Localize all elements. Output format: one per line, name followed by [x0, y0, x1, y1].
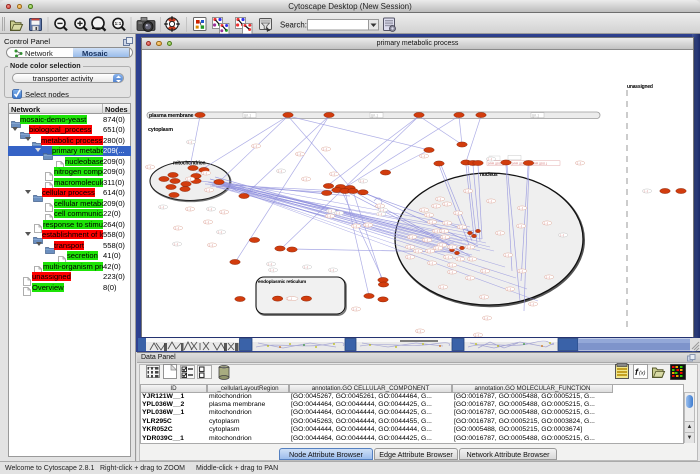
svg-text:[....]: [....] — [323, 147, 328, 151]
svg-text:[....]: [....] — [429, 261, 434, 265]
svg-text:[pl..]: [pl..] — [372, 114, 378, 118]
svg-text:[....]: [....] — [328, 209, 333, 213]
svg-text:[....]: [....] — [278, 169, 283, 173]
svg-text:[....]: [....] — [482, 269, 487, 273]
svg-text:[....]: [....] — [409, 235, 414, 239]
svg-text:[....]: [....] — [206, 188, 211, 192]
svg-text:endoplasmic reticulum: endoplasmic reticulum — [258, 279, 306, 285]
svg-text:[....]: [....] — [360, 179, 365, 183]
svg-text:[....]: [....] — [417, 329, 422, 333]
svg-text:[....]: [....] — [546, 275, 551, 279]
svg-text:[....]: [....] — [481, 295, 486, 299]
svg-text:[....]: [....] — [160, 205, 165, 209]
svg-text:[....]: [....] — [644, 189, 649, 193]
svg-text:[....]: [....] — [327, 214, 332, 218]
svg-text:[....]: [....] — [577, 161, 582, 165]
svg-text:[....]: [....] — [459, 225, 464, 229]
svg-text:[....]: [....] — [444, 221, 449, 225]
svg-text:mitochondrion: mitochondrion — [173, 161, 206, 167]
svg-text:[....]: [....] — [467, 245, 472, 249]
svg-text:[....]: [....] — [441, 229, 446, 233]
svg-text:[....]: [....] — [407, 245, 412, 249]
svg-text:Search:: Search: — [280, 21, 307, 30]
svg-text:[....]: [....] — [421, 154, 426, 158]
svg-text:[....]: [....] — [435, 246, 440, 250]
svg-text:[....]: [....] — [331, 172, 336, 176]
svg-text:[....]: [....] — [442, 235, 447, 239]
svg-text:[....]: [....] — [429, 220, 434, 224]
svg-text:[....]: [....] — [444, 202, 449, 206]
svg-text:[....]: [....] — [434, 229, 439, 233]
svg-text:[....]: [....] — [497, 231, 502, 235]
svg-text:[....]: [....] — [449, 245, 454, 249]
svg-text:plasma membrane: plasma membrane — [149, 113, 194, 119]
svg-text:[....]: [....] — [449, 270, 454, 274]
svg-text:[....]: [....] — [484, 316, 489, 320]
svg-text:[....]: [....] — [188, 140, 193, 144]
svg-text:[....]: [....] — [147, 165, 152, 169]
svg-text:[....]: [....] — [469, 257, 474, 261]
svg-text:[....]: [....] — [449, 263, 454, 267]
svg-text:[....]: [....] — [433, 204, 438, 208]
svg-text:[pl..]: [pl..] — [245, 114, 251, 118]
svg-text:cytoplasm: cytoplasm — [148, 127, 173, 133]
svg-text:(x): (x) — [639, 371, 646, 377]
svg-text:[....]: [....] — [303, 177, 308, 181]
svg-text:[....]: [....] — [205, 220, 210, 224]
svg-text:[....]: [....] — [353, 307, 358, 311]
svg-text:[....]: [....] — [519, 206, 524, 210]
svg-text:[YKR..][GO..]: [YKR..][GO..] — [532, 161, 547, 165]
svg-text:[....]: [....] — [465, 189, 470, 193]
svg-text:[....]: [....] — [488, 157, 493, 161]
svg-text:[....]: [....] — [530, 302, 535, 306]
svg-text:[....]: [....] — [505, 253, 510, 257]
svg-text:[....]: [....] — [304, 265, 309, 269]
svg-text:[....]: [....] — [209, 243, 214, 247]
svg-text:[....]: [....] — [415, 249, 420, 253]
svg-text:[....]: [....] — [208, 207, 213, 211]
svg-text:[....]: [....] — [187, 177, 192, 181]
svg-text:[....]: [....] — [440, 285, 445, 289]
svg-text:[....]: [....] — [268, 262, 273, 266]
svg-text:[....]: [....] — [519, 269, 524, 273]
svg-text:[....]: [....] — [507, 287, 512, 291]
svg-text:[....]: [....] — [427, 249, 432, 253]
svg-text:[....]: [....] — [330, 268, 335, 272]
svg-text:[....]: [....] — [377, 204, 382, 208]
svg-text:[....]: [....] — [518, 224, 523, 228]
svg-text:[....]: [....] — [544, 221, 549, 225]
svg-text:[....]: [....] — [560, 233, 565, 237]
svg-text:unassigned: unassigned — [627, 84, 653, 90]
svg-text:[....]: [....] — [288, 297, 293, 301]
svg-text:[....]: [....] — [336, 211, 341, 215]
svg-text:[pl..]: [pl..] — [533, 114, 539, 118]
svg-text:[....]: [....] — [475, 333, 480, 337]
svg-text:[....]: [....] — [437, 197, 442, 201]
svg-text:[....]: [....] — [253, 144, 258, 148]
svg-text:[....]: [....] — [421, 208, 426, 212]
svg-text:[....]: [....] — [203, 171, 208, 175]
svg-text:[....]: [....] — [407, 255, 412, 259]
svg-text:[....]: [....] — [426, 213, 431, 217]
svg-text:nucleus: nucleus — [480, 172, 498, 178]
svg-text:[....]: [....] — [221, 210, 226, 214]
svg-text:[....]: [....] — [174, 242, 179, 246]
svg-text:[....]: [....] — [270, 268, 275, 272]
svg-text:[....]: [....] — [365, 223, 370, 227]
svg-text:[....]: [....] — [353, 224, 358, 228]
svg-text:[....]: [....] — [187, 207, 192, 211]
svg-text:1:1: 1:1 — [115, 21, 122, 26]
svg-text:[....]: [....] — [488, 199, 493, 203]
svg-text:[....]: [....] — [467, 276, 472, 280]
svg-text:[....]: [....] — [445, 255, 450, 259]
svg-text:[....]: [....] — [175, 226, 180, 230]
svg-text:[....]: [....] — [424, 238, 429, 242]
svg-text:[....]: [....] — [455, 211, 460, 215]
svg-text:[....]: [....] — [457, 257, 462, 261]
svg-text:[....]: [....] — [218, 230, 223, 234]
svg-text:[....]: [....] — [297, 152, 302, 156]
svg-text:[....]: [....] — [378, 212, 383, 216]
svg-text:[....]: [....] — [380, 208, 385, 212]
